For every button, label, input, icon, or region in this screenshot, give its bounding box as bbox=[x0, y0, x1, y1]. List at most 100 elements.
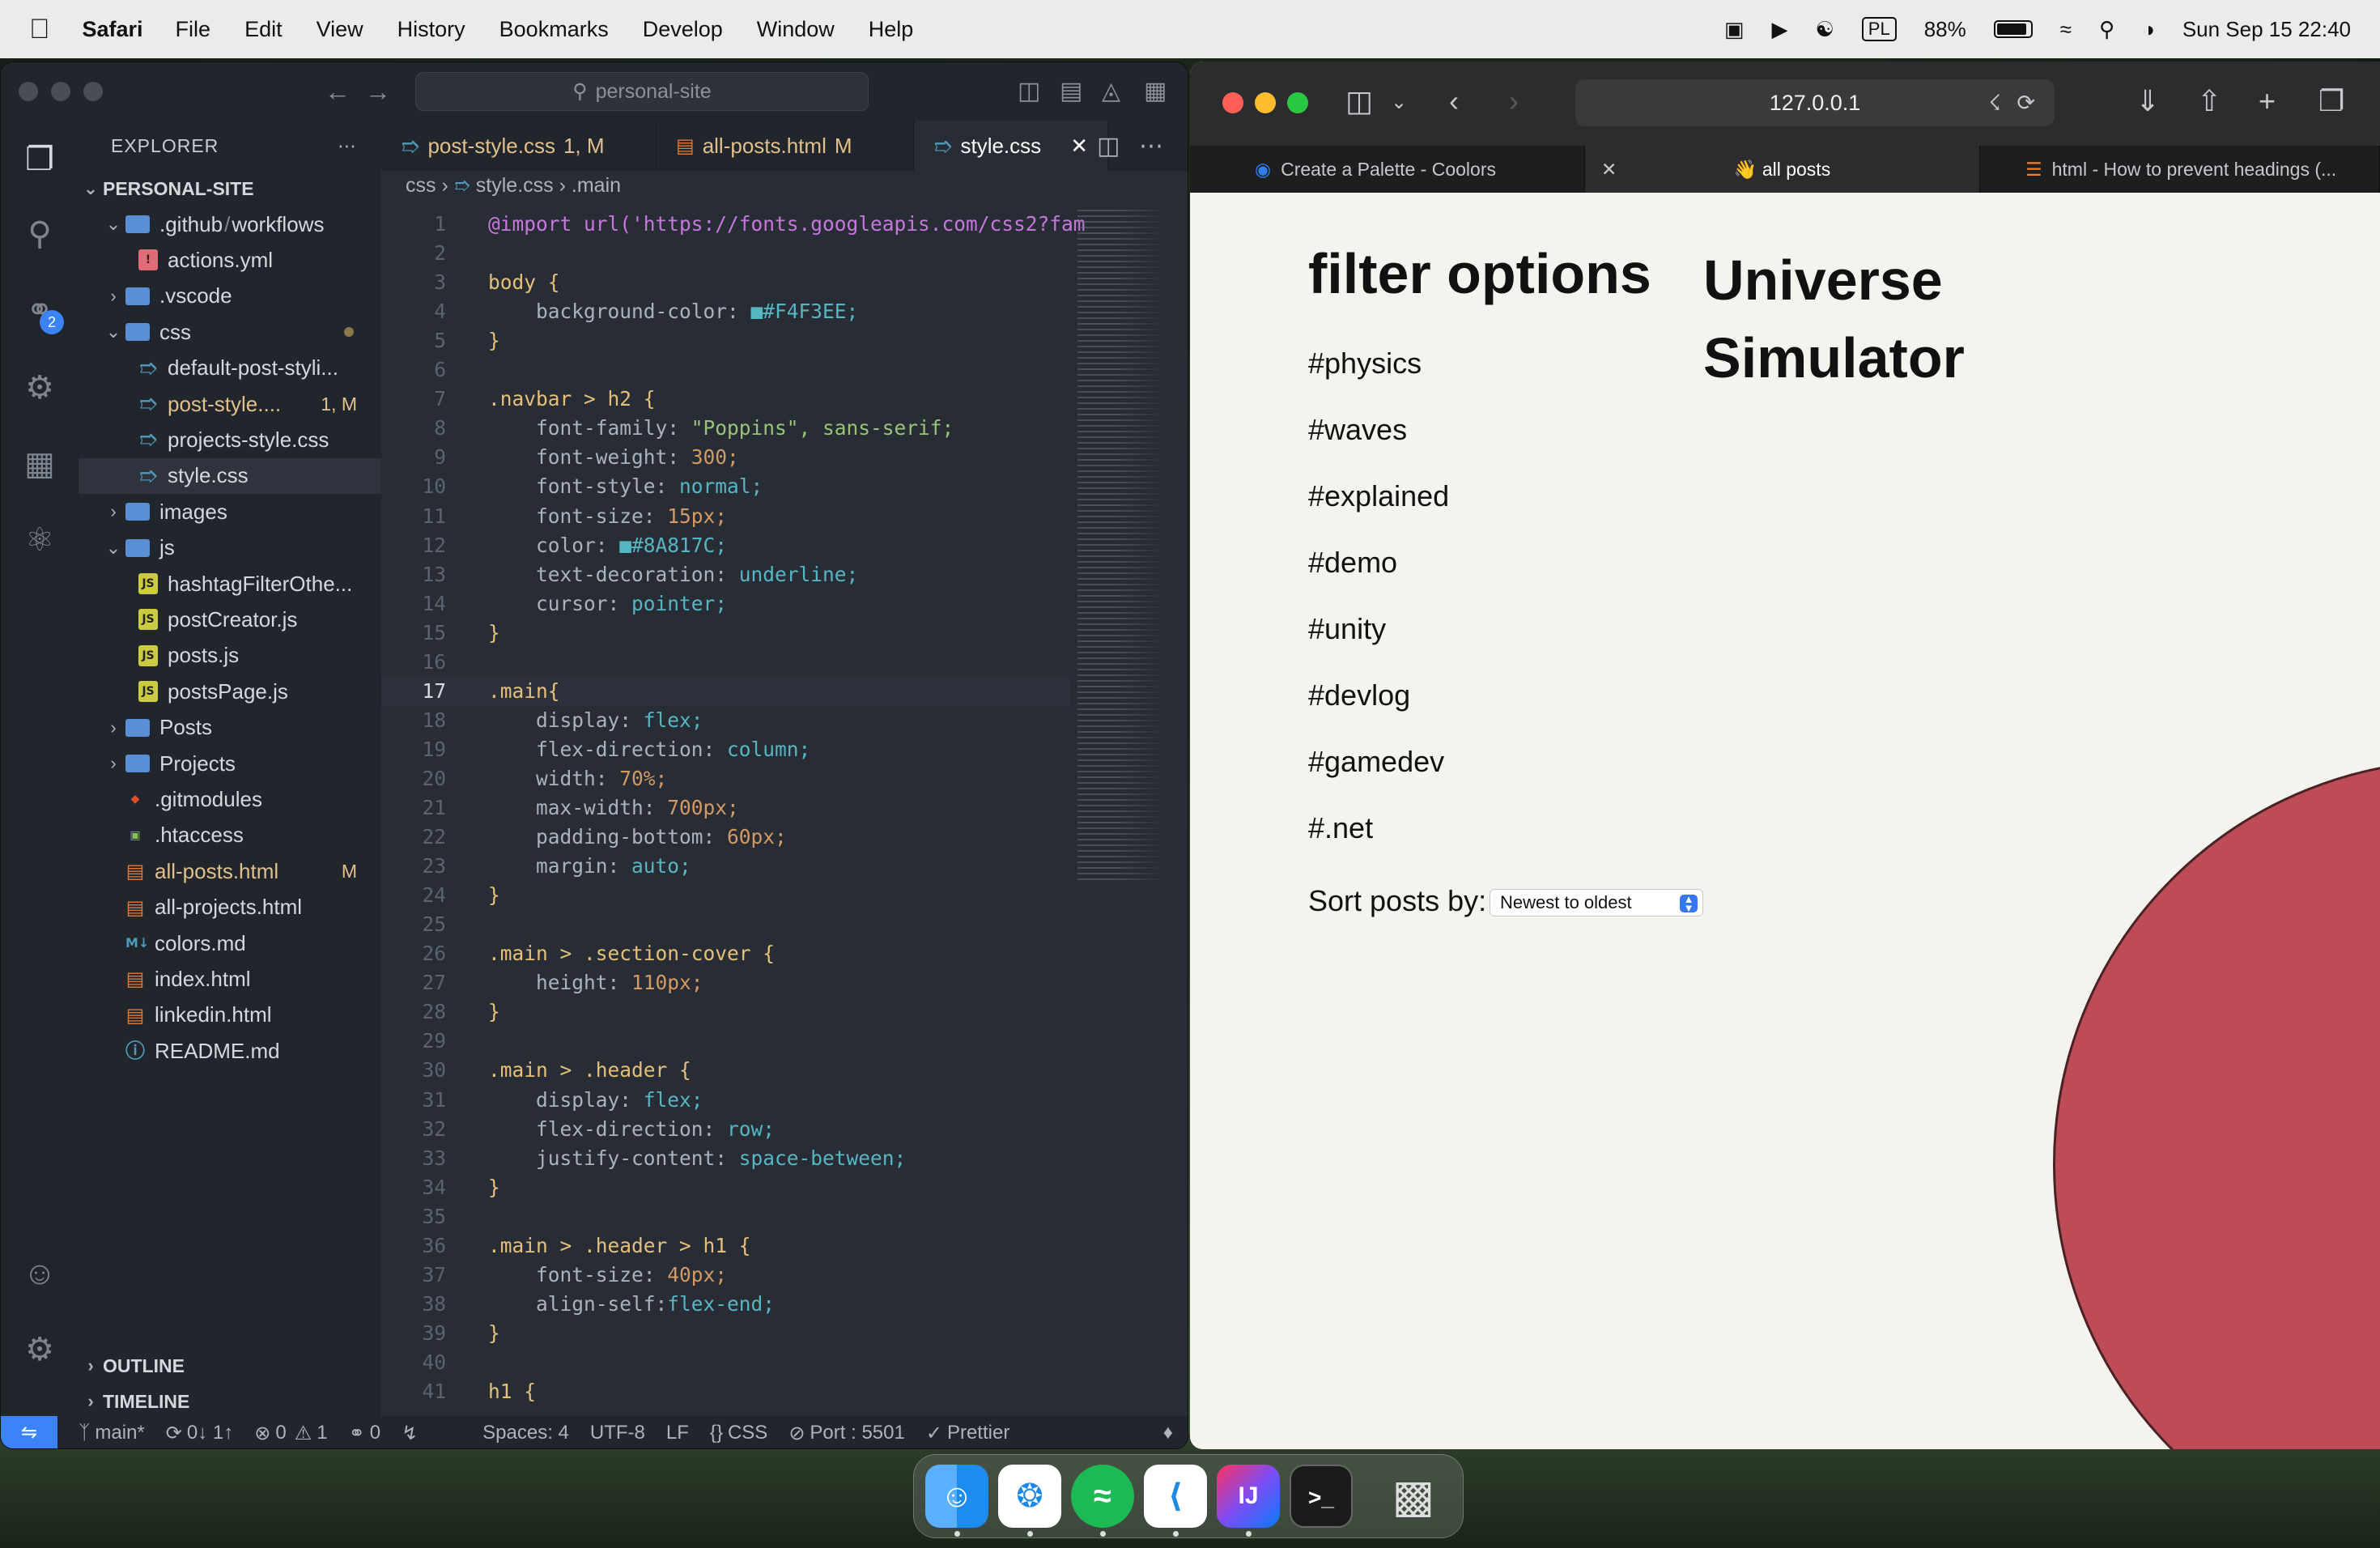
reload-icon[interactable]: ⟳ bbox=[2017, 91, 2035, 116]
menu-history[interactable]: History bbox=[397, 17, 465, 42]
hashtag-filter[interactable]: #devlog bbox=[1308, 678, 1410, 712]
toggle-sidebar-icon[interactable]: ◫ bbox=[1018, 77, 1040, 105]
search-view-icon[interactable]: ⚲ bbox=[20, 215, 59, 253]
address-bar[interactable]: 127.0.0.1 ☇ ⟳ bbox=[1575, 79, 2055, 126]
tab-stackoverflow[interactable]: ☰ html - How to prevent headings (... bbox=[1980, 146, 2380, 193]
tab-overview-icon[interactable]: ❐ bbox=[2318, 84, 2344, 118]
minimize-window-button[interactable] bbox=[51, 82, 70, 101]
finder-icon[interactable]: ☺ bbox=[925, 1465, 988, 1528]
tree-item[interactable]: ▤ index.html bbox=[79, 961, 381, 997]
live-server-port[interactable]: Port : 5501 bbox=[810, 1422, 904, 1444]
timeline-section[interactable]: › TIMELINE bbox=[79, 1384, 381, 1419]
game-controller-icon[interactable]: ▣ bbox=[1724, 17, 1745, 42]
close-tab-icon[interactable]: ✕ bbox=[1601, 159, 1617, 181]
zoom-window-button[interactable] bbox=[83, 82, 103, 101]
back-arrow-icon[interactable]: ← bbox=[325, 77, 351, 107]
line-ending[interactable]: LF bbox=[666, 1422, 689, 1444]
battery-icon[interactable] bbox=[1993, 20, 2033, 38]
menu-file[interactable]: File bbox=[176, 17, 211, 42]
tree-item[interactable]: ▤ all-posts.html M bbox=[79, 853, 381, 889]
vscode-icon[interactable]: ⟨ bbox=[1144, 1465, 1207, 1528]
sidebar-toggle-icon[interactable]: ◫ bbox=[1345, 84, 1373, 118]
tree-item[interactable]: M↓ colors.md bbox=[79, 925, 381, 961]
hashtag-filter[interactable]: #waves bbox=[1308, 413, 1407, 447]
share-icon[interactable]: ⇧ bbox=[2197, 84, 2221, 118]
hashtag-filter[interactable]: #.net bbox=[1308, 811, 1373, 845]
spotify-icon[interactable]: ≈ bbox=[1071, 1465, 1134, 1528]
toggle-secondary-sidebar-icon[interactable]: ◬ bbox=[1102, 77, 1120, 105]
tree-item[interactable]: JS postCreator.js bbox=[79, 602, 381, 637]
control-center-icon[interactable]: ◑ bbox=[2142, 17, 2155, 42]
tree-item[interactable]: ◆ .gitmodules bbox=[79, 781, 381, 817]
close-tab-icon[interactable]: ✕ bbox=[1070, 134, 1088, 159]
menu-app-name[interactable]: Safari bbox=[83, 17, 143, 42]
split-editor-icon[interactable]: ◫ bbox=[1097, 132, 1120, 160]
error-count[interactable]: 0 bbox=[275, 1422, 286, 1444]
menu-help[interactable]: Help bbox=[869, 17, 914, 42]
minimize-window-button[interactable] bbox=[1255, 92, 1276, 113]
hashtag-filter[interactable]: #gamedev bbox=[1308, 745, 1444, 779]
downloads-icon[interactable]: ⇓ bbox=[2136, 84, 2160, 118]
tree-item[interactable]: ⌄ js bbox=[79, 530, 381, 566]
indent-setting[interactable]: Spaces: 4 bbox=[482, 1422, 569, 1444]
menu-bookmarks[interactable]: Bookmarks bbox=[499, 17, 609, 42]
breadcrumb-symbol[interactable]: .main bbox=[572, 174, 621, 197]
tree-item[interactable]: ➱ style.css bbox=[79, 457, 381, 494]
sync-icon[interactable]: ⟳ bbox=[166, 1422, 182, 1445]
git-sync-status[interactable]: 0↓ 1↑ bbox=[187, 1422, 233, 1444]
customize-layout-icon[interactable]: ▦ bbox=[1144, 77, 1167, 105]
bolt-icon[interactable]: ↯ bbox=[402, 1422, 418, 1445]
menu-view[interactable]: View bbox=[317, 17, 363, 42]
outline-section[interactable]: › OUTLINE bbox=[79, 1348, 381, 1384]
toggle-panel-icon[interactable]: ▤ bbox=[1060, 77, 1082, 105]
tab-all-posts[interactable]: ✕ 👋 all posts bbox=[1585, 146, 1980, 193]
settings-gear-icon[interactable]: ⚙ bbox=[20, 1330, 59, 1369]
tab-all-posts[interactable]: ▤ all-posts.html M bbox=[657, 121, 914, 171]
tree-item[interactable]: › .vscode bbox=[79, 279, 381, 314]
tree-item[interactable]: ▣ .htaccess bbox=[79, 818, 381, 853]
apple-menu-icon[interactable]:  bbox=[29, 14, 50, 45]
close-window-button[interactable] bbox=[19, 82, 38, 101]
spotlight-search-icon[interactable]: ⚲ bbox=[2099, 17, 2114, 42]
intellij-icon[interactable]: IJ bbox=[1217, 1465, 1280, 1528]
menu-clock[interactable]: Sun Sep 15 22:40 bbox=[2182, 17, 2351, 42]
tree-item[interactable]: JS hashtagFilterOthe... bbox=[79, 566, 381, 602]
translate-icon[interactable]: ☇ bbox=[1989, 91, 2001, 116]
tree-item[interactable]: ➱ post-style.... 1, M bbox=[79, 386, 381, 422]
tree-item[interactable]: ! actions.yml bbox=[79, 242, 381, 278]
hashtag-filter[interactable]: #physics bbox=[1308, 347, 1422, 381]
close-window-button[interactable] bbox=[1222, 92, 1243, 113]
chevron-down-icon[interactable]: ⌄ bbox=[1391, 91, 1407, 114]
account-icon[interactable]: ☺ bbox=[20, 1254, 59, 1293]
explorer-icon[interactable]: ❐ bbox=[20, 140, 59, 179]
wifi-icon[interactable]: ≈ bbox=[2060, 17, 2072, 42]
terminal-icon[interactable]: >_ bbox=[1290, 1465, 1353, 1528]
airpods-icon[interactable]: ☯ bbox=[1815, 17, 1834, 42]
menu-window[interactable]: Window bbox=[757, 17, 835, 42]
prettier-status[interactable]: Prettier bbox=[947, 1422, 1009, 1444]
remote-indicator-icon[interactable]: ⇋ bbox=[1, 1416, 57, 1448]
tree-item[interactable]: ▤ all-projects.html bbox=[79, 890, 381, 925]
menu-edit[interactable]: Edit bbox=[244, 17, 283, 42]
sort-select[interactable]: Newest to oldest ▲ ▼ bbox=[1490, 889, 1703, 916]
post-title[interactable]: Universe Simulator bbox=[1703, 241, 2043, 397]
hashtag-filter[interactable]: #demo bbox=[1308, 546, 1397, 580]
hashtag-filter[interactable]: #explained bbox=[1308, 479, 1449, 513]
more-actions-icon[interactable]: ⋯ bbox=[338, 135, 357, 157]
extensions-icon[interactable]: ▦ bbox=[20, 444, 59, 483]
debug-icon[interactable]: ⚙ bbox=[20, 368, 59, 407]
breadcrumb-folder[interactable]: css bbox=[406, 174, 436, 197]
tree-item[interactable]: ➱ projects-style.css bbox=[79, 422, 381, 457]
tree-item[interactable]: › images bbox=[79, 494, 381, 529]
tab-coolors[interactable]: ◉ Create a Palette - Coolors bbox=[1190, 146, 1585, 193]
back-icon[interactable]: ‹ bbox=[1449, 84, 1459, 118]
tree-item[interactable]: JS posts.js bbox=[79, 638, 381, 674]
notifications-bell-icon[interactable]: ♦ bbox=[1163, 1422, 1173, 1444]
new-tab-icon[interactable]: + bbox=[2259, 84, 2276, 118]
git-branch[interactable]: main* bbox=[95, 1422, 144, 1444]
breadcrumb-file[interactable]: style.css bbox=[476, 174, 554, 197]
zoom-window-button[interactable] bbox=[1287, 92, 1308, 113]
minimap[interactable] bbox=[1077, 210, 1175, 882]
forward-arrow-icon[interactable]: → bbox=[365, 77, 391, 107]
tree-item[interactable]: JS postsPage.js bbox=[79, 674, 381, 709]
